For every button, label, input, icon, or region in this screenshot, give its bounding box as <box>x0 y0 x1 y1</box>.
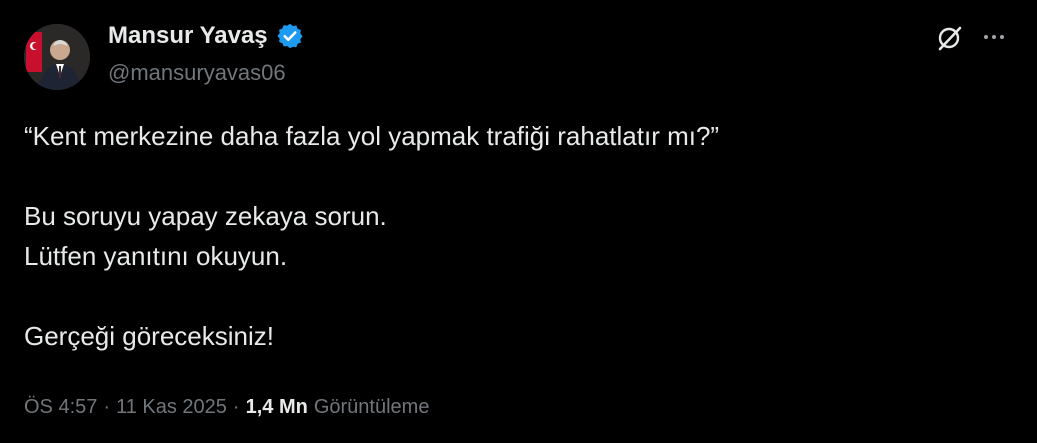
tweet-line-read: Lütfen yanıtını okuyun. <box>24 241 288 271</box>
tweet-date[interactable]: 11 Kas 2025 <box>116 396 227 419</box>
author-name-row[interactable]: Mansur Yavaş <box>108 22 304 50</box>
tweet-text: “Kent merkezine daha fazla yol yapmak tr… <box>24 116 1004 356</box>
tweet-line-quote: “Kent merkezine daha fazla yol yapmak tr… <box>24 121 720 151</box>
meta-separator: · <box>103 396 111 418</box>
views-label: Görüntüleme <box>313 396 430 418</box>
tweet-time[interactable]: ÖS 4:57 <box>24 396 97 419</box>
grok-icon[interactable] <box>936 24 964 52</box>
more-options-icon[interactable] <box>984 30 1004 44</box>
author-handle[interactable]: @mansuryavas06 <box>108 60 286 86</box>
tweet-line-truth: Gerçeği göreceksiniz! <box>24 321 274 351</box>
meta-separator: · <box>232 396 240 418</box>
verified-badge-icon[interactable] <box>276 22 304 50</box>
tweet-meta: ÖS 4:57 · 11 Kas 2025 · 1,4 Mn Görüntüle… <box>24 396 429 419</box>
tweet-line-ask: Bu soruyu yapay zekaya sorun. <box>24 201 387 231</box>
avatar[interactable] <box>24 24 90 90</box>
author-name[interactable]: Mansur Yavaş <box>108 22 268 50</box>
avatar-image <box>24 24 90 90</box>
views-count: 1,4 Mn <box>245 396 308 418</box>
